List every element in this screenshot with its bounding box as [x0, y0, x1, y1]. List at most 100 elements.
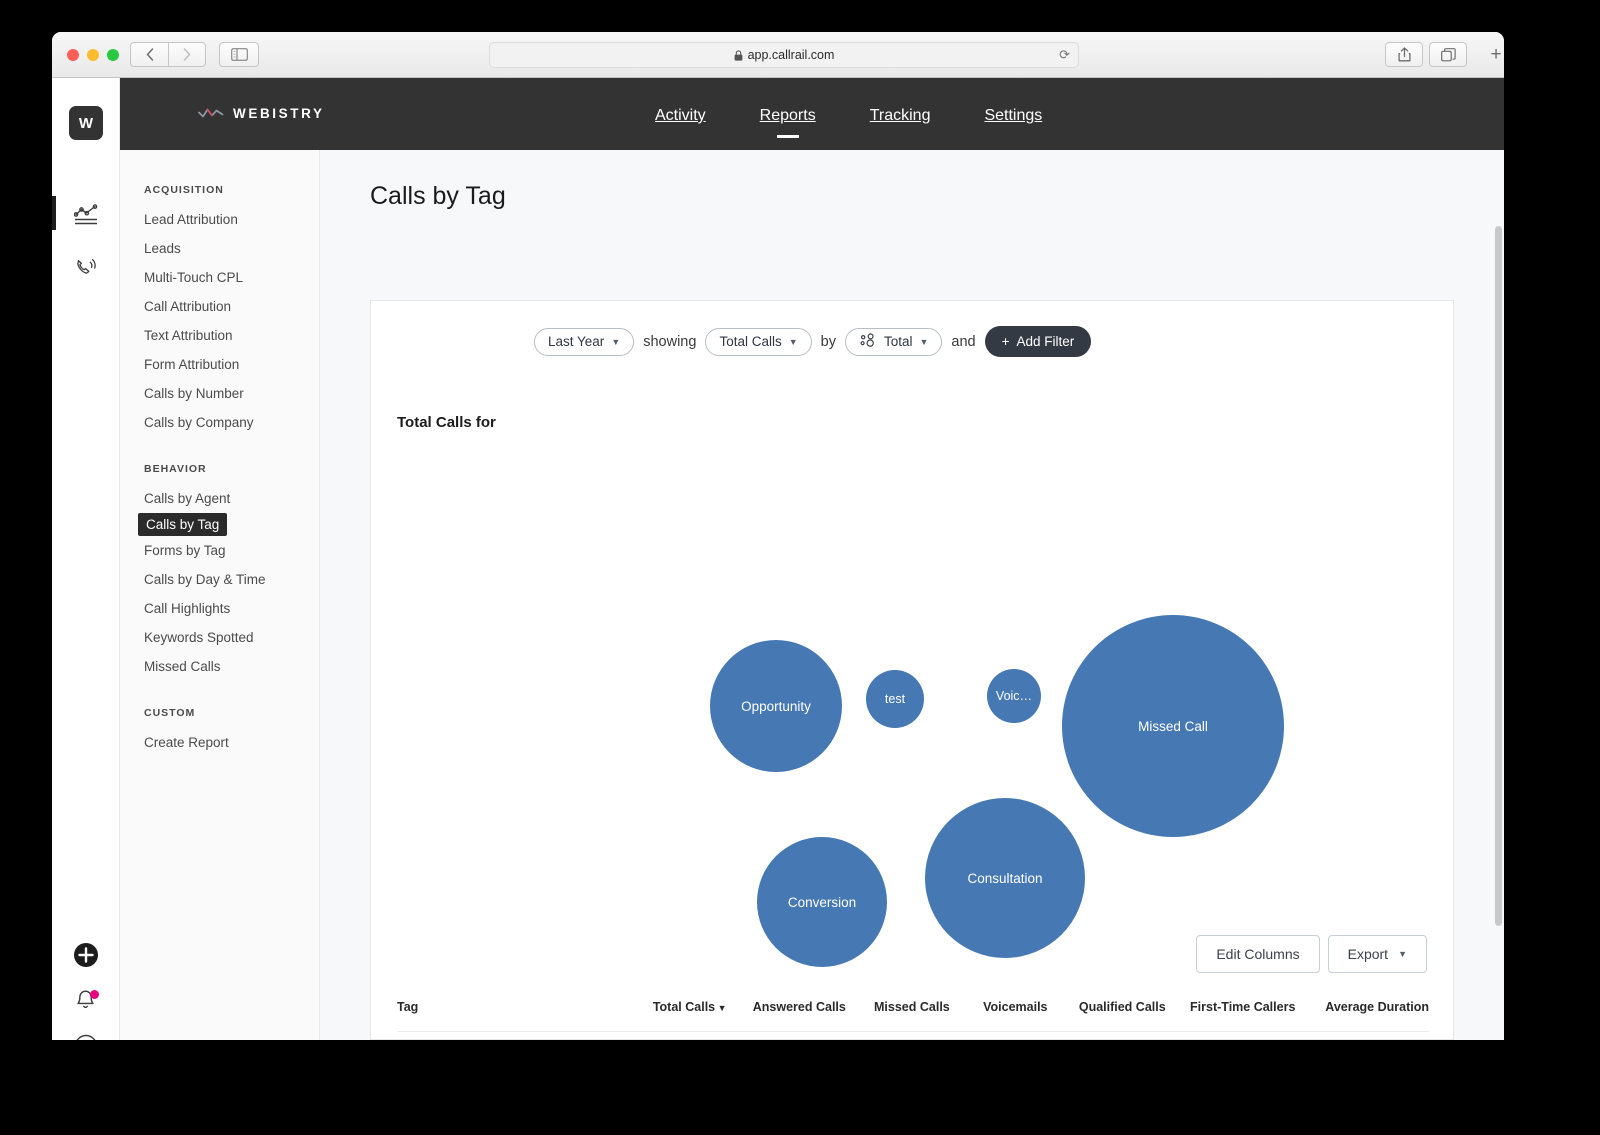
share-button[interactable] — [1385, 42, 1423, 67]
metric-dropdown[interactable]: Total Calls ▼ — [705, 327, 812, 356]
reports-rail-icon[interactable] — [52, 204, 120, 226]
col-header-voicemails[interactable]: Voicemails — [950, 1000, 1047, 1032]
date-range-dropdown[interactable]: Last Year ▼ — [534, 327, 635, 356]
col-header-total-calls[interactable]: Total Calls ▼ — [627, 1000, 727, 1032]
close-window-button[interactable] — [67, 49, 79, 61]
cell-missed-calls — [845, 1031, 950, 1040]
sidebar-item-calls-by-agent[interactable]: Calls by Agent — [120, 484, 319, 513]
plus-icon: + — [1001, 334, 1010, 349]
sidebar-toggle-button[interactable] — [219, 42, 259, 67]
forward-button[interactable] — [168, 42, 206, 67]
grouping-value: Total — [883, 334, 913, 349]
edit-columns-button[interactable]: Edit Columns — [1196, 935, 1320, 973]
grouping-dropdown[interactable]: Total ▼ — [844, 327, 943, 356]
address-bar[interactable]: app.callrail.com ⟳ — [489, 42, 1079, 68]
plus-circle-icon — [74, 943, 98, 967]
reload-icon[interactable]: ⟳ — [1059, 47, 1070, 63]
export-button[interactable]: Export ▼ — [1327, 935, 1427, 973]
filter-conjunction-and: and — [951, 333, 976, 350]
sidebar-item-lead-attribution[interactable]: Lead Attribution — [120, 205, 319, 234]
sidebar-item-forms-by-tag[interactable]: Forms by Tag — [120, 536, 319, 565]
sidebar-item-missed-calls[interactable]: Missed Calls — [120, 652, 319, 681]
bubble-opportunity[interactable]: Opportunity — [710, 640, 842, 772]
back-button[interactable] — [130, 42, 168, 67]
bubble-label: Conversion — [787, 894, 857, 910]
sidebar-item-calls-by-number[interactable]: Calls by Number — [120, 379, 319, 408]
new-tab-button[interactable]: + — [1482, 41, 1504, 69]
analytics-icon — [74, 204, 98, 225]
sidebar-item-calls-by-company[interactable]: Calls by Company — [120, 408, 319, 437]
col-header-answered-calls[interactable]: Answered Calls — [727, 1000, 846, 1032]
col-header-missed-calls[interactable]: Missed Calls — [846, 1000, 950, 1032]
sidebar-item-calls-by-day-time[interactable]: Calls by Day & Time — [120, 565, 319, 594]
col-header-qualified-calls[interactable]: Qualified Calls — [1048, 1000, 1166, 1032]
tabs-overview-icon — [1440, 47, 1456, 61]
add-icon[interactable] — [52, 942, 120, 968]
browser-toolbar: app.callrail.com ⟳ + — [52, 32, 1504, 78]
tabs-overview-button[interactable] — [1429, 42, 1467, 67]
bubble-consultation[interactable]: Consultation — [925, 798, 1085, 958]
sidebar-toggle-icon — [230, 48, 248, 61]
tag-metrics-table: Tag Total Calls ▼ Answered Calls Missed … — [397, 1000, 1429, 1040]
calls-rail-icon[interactable] — [52, 256, 120, 280]
bubble-label: Missed Call — [1138, 718, 1208, 734]
cell-average-duration: 2m 24s — [1295, 1031, 1429, 1040]
add-filter-button[interactable]: + Add Filter — [984, 326, 1092, 357]
chevron-left-icon — [146, 48, 153, 61]
sidebar-item-form-attribution[interactable]: Form Attribution — [120, 350, 319, 379]
question-circle-icon — [76, 1034, 96, 1040]
lock-icon — [734, 49, 742, 61]
application-root: W WEBISTRY Activity Reports Tracking Set… — [52, 78, 1504, 1040]
sidebar-item-multi-touch-cpl[interactable]: Multi-Touch CPL — [120, 263, 319, 292]
sidebar-group-custom: CUSTOM — [144, 707, 196, 719]
nav-link-tracking[interactable]: Tracking — [843, 102, 958, 129]
table-body: 2m 24sMissed Call29sConsultation7m 56s — [397, 1031, 1429, 1040]
col-header-tag[interactable]: Tag — [397, 1000, 627, 1032]
account-badge[interactable]: W — [69, 106, 103, 140]
col-header-total-calls-label: Total Calls — [652, 1000, 716, 1014]
table-head: Tag Total Calls ▼ Answered Calls Missed … — [397, 1000, 1429, 1032]
bubble-label: Opportunity — [741, 698, 811, 714]
bubble-missed-call[interactable]: Missed Call — [1062, 615, 1284, 837]
brand-name: WEBISTRY — [233, 106, 325, 121]
chevron-right-icon — [183, 48, 191, 61]
brand[interactable]: WEBISTRY — [198, 106, 325, 121]
col-header-average-duration[interactable]: Average Duration — [1295, 1000, 1429, 1032]
sidebar-group-behavior: BEHAVIOR — [144, 463, 207, 475]
sidebar-item-call-highlights[interactable]: Call Highlights — [120, 594, 319, 623]
sidebar-item-call-attribution[interactable]: Call Attribution — [120, 292, 319, 321]
window-traffic-lights — [67, 49, 119, 61]
sidebar-item-keywords-spotted[interactable]: Keywords Spotted — [120, 623, 319, 652]
sidebar-group-acquisition: ACQUISITION — [144, 184, 224, 196]
sidebar-item-create-report[interactable]: Create Report — [120, 728, 319, 757]
maximize-window-button[interactable] — [107, 49, 119, 61]
metric-value: Total Calls — [719, 334, 782, 349]
webistry-wave-logo — [198, 108, 224, 118]
chevron-down-icon: ▼ — [1398, 949, 1407, 959]
bubble-voicemail[interactable]: Voic… — [987, 669, 1041, 723]
bubble-chart: Opportunity test Voic… Missed Call Conversio… — [371, 431, 1453, 967]
chart-and-table-card: Total Calls for Opportunity test Voic… Miss… — [370, 382, 1454, 1040]
help-icon[interactable] — [52, 1034, 120, 1040]
sidebar-item-text-attribution[interactable]: Text Attribution — [120, 321, 319, 350]
primary-nav-links: Activity Reports Tracking Settings — [628, 102, 1069, 129]
bubble-test[interactable]: test — [866, 670, 924, 728]
audience-icon — [859, 333, 877, 350]
sidebar-item-leads[interactable]: Leads — [120, 234, 319, 263]
sidebar-item-calls-by-tag[interactable]: Calls by Tag — [138, 513, 228, 536]
bubble-conversion[interactable]: Conversion — [757, 837, 887, 967]
share-icon — [1397, 47, 1411, 62]
sort-descending-icon: ▼ — [715, 1003, 727, 1013]
bell-icon[interactable] — [52, 988, 120, 1013]
nav-link-reports[interactable]: Reports — [733, 102, 843, 129]
bubble-label: test — [884, 692, 906, 706]
nav-link-settings[interactable]: Settings — [957, 102, 1069, 129]
cell-first-time-callers — [1165, 1031, 1296, 1040]
col-header-first-time-callers[interactable]: First-Time Callers — [1166, 1000, 1295, 1032]
table-row-totals[interactable]: 2m 24s — [397, 1031, 1429, 1040]
page-scrollbar[interactable] — [1495, 226, 1502, 926]
minimize-window-button[interactable] — [87, 49, 99, 61]
nav-link-activity[interactable]: Activity — [628, 102, 733, 129]
